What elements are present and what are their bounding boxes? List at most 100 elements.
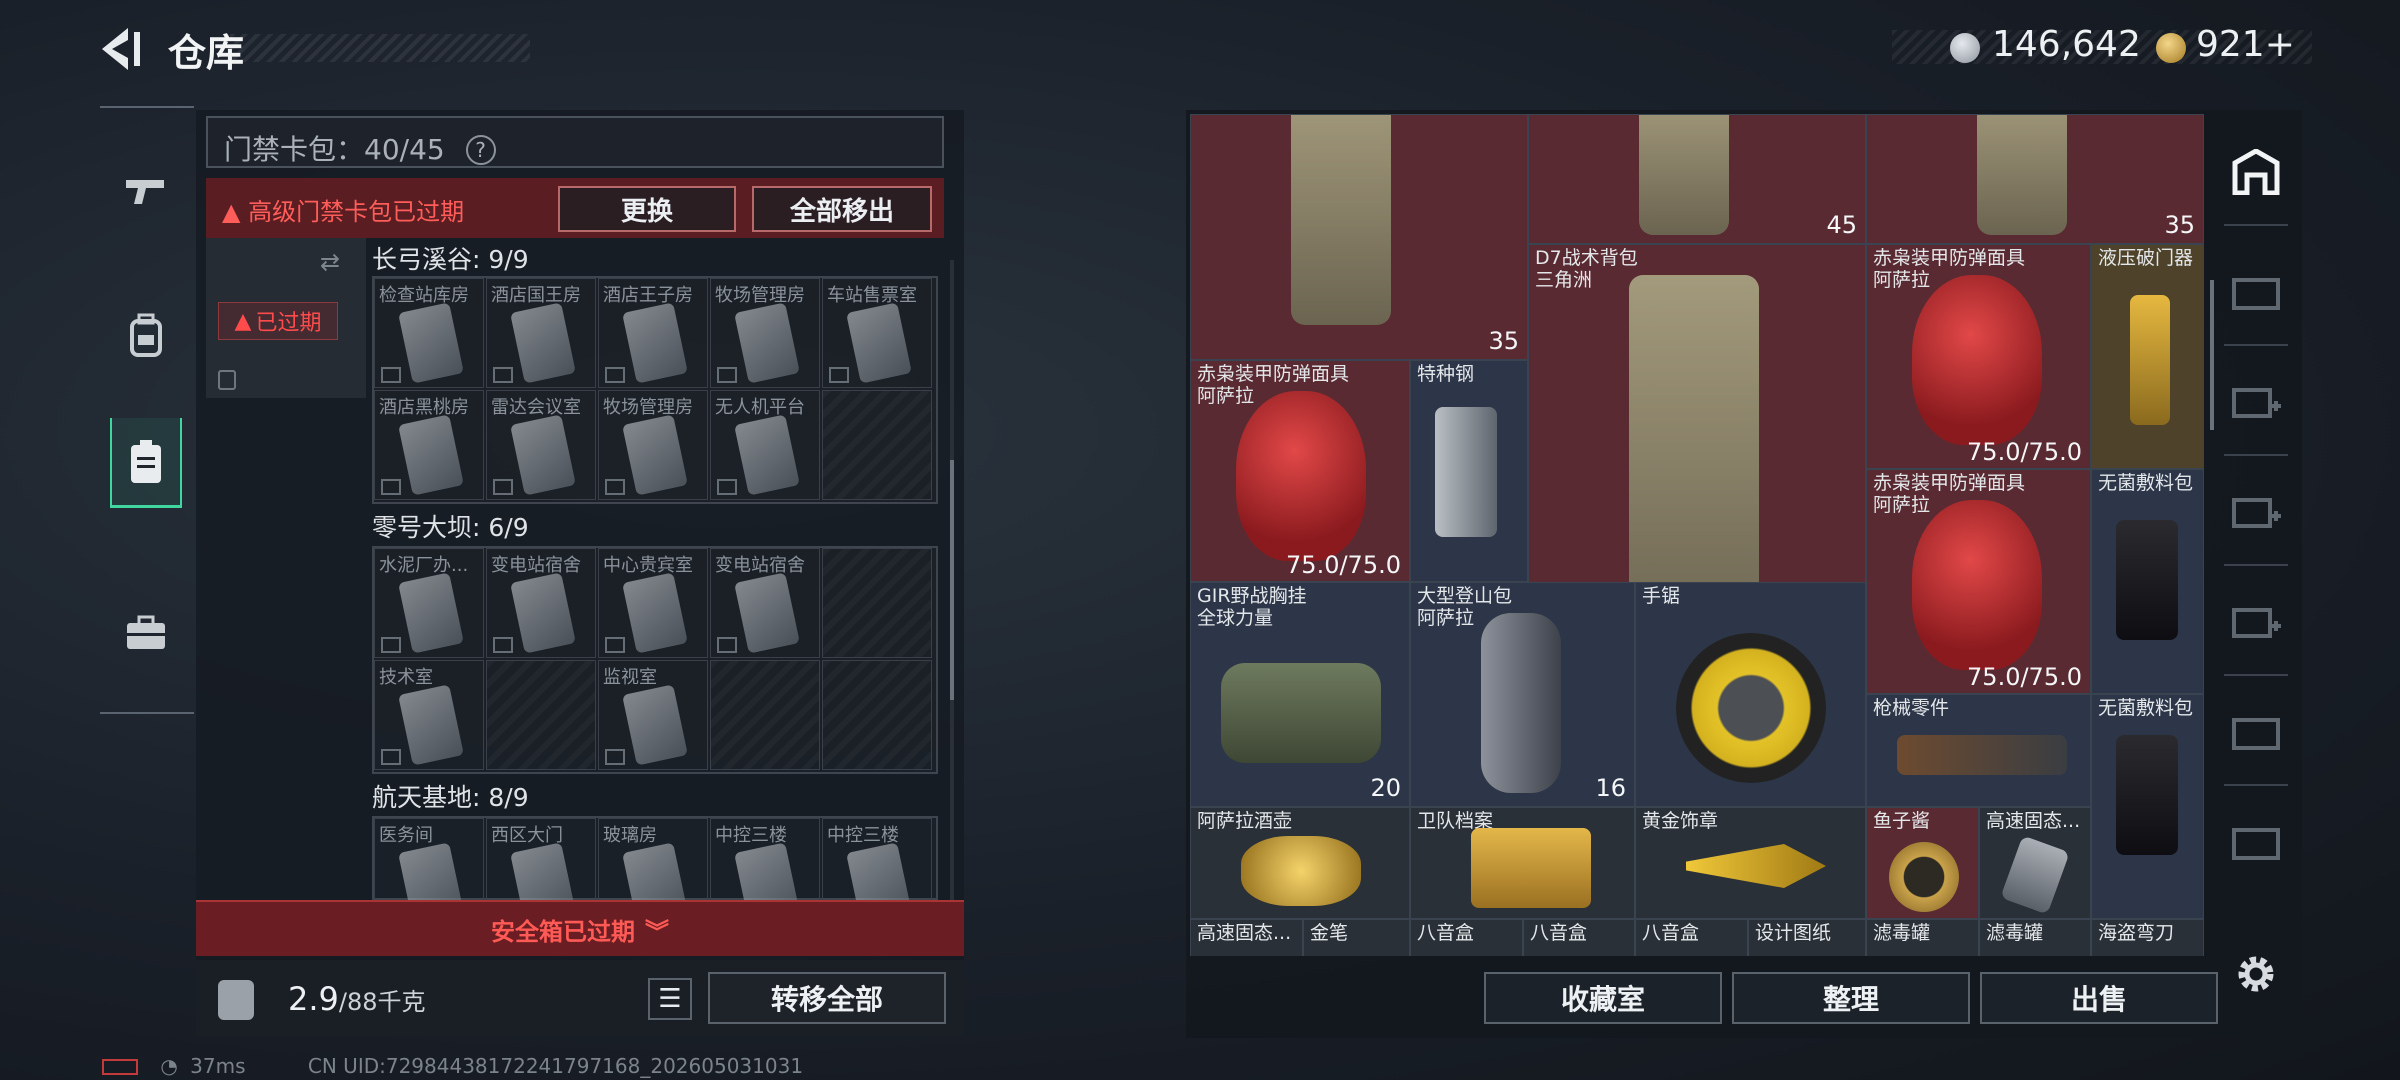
inventory-item[interactable]: 无菌敷料包 [2091,469,2204,694]
keycard-slot[interactable]: 酒店国王房 [486,278,596,388]
inventory-item[interactable]: 阿萨拉酒壶 [1190,807,1410,919]
keycard-image [622,414,688,496]
title-decoration [230,34,530,62]
wifi-icon: ◔ [160,1054,178,1078]
collection-room-button[interactable]: 收藏室 [1484,972,1722,1024]
keycard-slot[interactable]: 变电站宿舍 [710,548,820,658]
gold-balance[interactable]: 921+ [2196,24,2295,65]
back-arrow-icon[interactable] [98,26,148,72]
item-name: 滤毒罐 [1986,922,2044,944]
inventory-item[interactable]: 八音盒 [1410,919,1523,956]
inventory-item[interactable]: 设计图纸 [1748,919,1866,956]
tab-gear[interactable] [110,290,182,380]
uid: CN UID:7298443817224179716​8_20260503103… [307,1054,804,1078]
container-slot-icon[interactable] [2228,264,2284,320]
inventory-item[interactable]: GIR野战胸挂 全球力量 20 [1190,582,1410,807]
keycard-slot[interactable]: 车站售票室 [822,278,932,388]
inventory-item[interactable]: 滤毒罐 [1866,919,1979,956]
keycard-slot[interactable]: 监视室 [598,660,708,770]
section-title: 长弓溪谷: 9/9 [372,245,529,274]
keycard-slot[interactable]: 检查站库房 [374,278,484,388]
inventory-item[interactable]: 鱼子酱 [1866,807,1979,919]
keycard-slot[interactable] [822,548,932,658]
container-slot-icon[interactable] [2228,704,2284,760]
item-name: 设计图纸 [1755,922,1832,944]
divider [2224,674,2288,676]
add-container-icon[interactable] [2228,484,2284,540]
inventory-item[interactable]: 大型登山包 阿萨拉 16 [1410,582,1635,807]
inventory-item[interactable]: 无菌敷料包 [2091,694,2204,919]
keycard-name: 雷达会议室 [491,397,581,418]
swap-icon[interactable]: ⇄ [320,248,340,276]
keycard-slot[interactable]: 无人机平台 [710,390,820,500]
keycard-name: 牧场管理房 [603,397,693,418]
inventory-item[interactable]: 黄金饰章 [1635,807,1866,919]
keycard-name: 无人机平台 [715,397,805,418]
item-name: 鱼子酱 [1873,810,1931,832]
inventory-item[interactable]: 赤枭装甲防弹面具 阿萨拉 75.0/75.0 [1190,360,1410,582]
container-slot-icon[interactable] [2228,814,2284,870]
keycard-name: 检查站库房 [379,285,469,306]
keycard-name: 水泥厂办... [379,555,469,576]
inventory-item[interactable]: 高速固态... [1979,807,2091,919]
inventory-item[interactable]: 枪械零件 [1866,694,2091,807]
item-count: 20 [1370,774,1401,802]
inventory-item[interactable]: 特种钢 [1410,360,1528,582]
keycard-slot[interactable]: 酒店王子房 [598,278,708,388]
page-title: 仓库 [168,31,245,75]
keycard-name: 酒店黑桃房 [379,397,469,418]
tab-keycards[interactable] [110,418,182,508]
tab-weapons[interactable] [110,146,182,236]
transfer-all-button[interactable]: 转移全部 [708,972,946,1024]
keycard-slot[interactable]: 牧场管理房 [598,390,708,500]
backpack-icon [130,313,162,357]
keycard-slot[interactable] [486,660,596,770]
lock-icon [493,367,513,383]
swap-button[interactable]: 更换 [558,186,736,232]
keycard-slot[interactable]: 中心贵宾室 [598,548,708,658]
list-view-button[interactable]: ☰ [648,978,692,1020]
inventory-item[interactable]: 金笔 [1303,919,1410,956]
inventory-item[interactable]: 赤枭装甲防弹面具 阿萨拉 75.0/75.0 [1866,244,2091,469]
inventory-item[interactable]: 手锯 [1635,582,1866,807]
keycard-slot[interactable]: 水泥厂办... [374,548,484,658]
inventory-item[interactable]: 35 [1190,114,1528,360]
sell-button[interactable]: 出售 [1980,972,2218,1024]
inventory-item[interactable]: 35 [1866,114,2204,244]
sort-button[interactable]: 整理 [1732,972,1970,1024]
weight-capacity: /88千克 [338,988,426,1016]
keycard-slot[interactable] [822,660,932,770]
keycard-slot[interactable]: 雷达会议室 [486,390,596,500]
inventory-item[interactable]: 滤毒罐 [1979,919,2091,956]
keycard-slot[interactable]: 牧场管理房 [710,278,820,388]
inventory-item[interactable]: 八音盒 [1523,919,1635,956]
expired-warning-text: 高级门禁卡包已过期 [248,198,465,226]
keycard-slot[interactable]: 酒店黑桃房 [374,390,484,500]
inventory-item[interactable]: 液压破门器 [2091,244,2204,469]
help-icon[interactable]: ? [465,135,496,165]
tab-misc[interactable] [110,588,182,678]
remove-all-button[interactable]: 全部移出 [752,186,932,232]
safe-box-expired-bar[interactable]: 安全箱已过期 ︾ [196,900,964,956]
add-container-icon[interactable] [2228,594,2284,650]
section-title: 航天基地: 8/9 [372,783,529,812]
keycard-grid: 医务间 西区大门 玻璃房 中控三楼 中控三楼 [372,816,938,928]
inventory-item[interactable]: 高速固态... [1190,919,1303,956]
inventory-item[interactable]: 赤枭装甲防弹面具 阿萨拉 75.0/75.0 [1866,469,2091,694]
keycard-slot[interactable] [822,390,932,500]
inventory-item[interactable]: 八音盒 [1635,919,1748,956]
keycard-slot[interactable]: 技术室 [374,660,484,770]
inventory-item[interactable]: 45 [1528,114,1866,244]
scrollbar-thumb[interactable] [950,460,954,700]
stash-icon[interactable] [2228,144,2284,200]
keycard-image [622,572,688,654]
briefcase-icon [127,615,165,649]
weight-icon [218,980,254,1020]
gear-icon[interactable] [2232,950,2280,998]
keycard-image [398,302,464,384]
add-container-icon[interactable] [2228,374,2284,430]
keycard-slot[interactable]: 变电站宿舍 [486,548,596,658]
inventory-item[interactable]: 卫队档案 [1410,807,1635,919]
keycard-slot[interactable] [710,660,820,770]
inventory-item[interactable]: 海盗弯刀 [2091,919,2204,956]
